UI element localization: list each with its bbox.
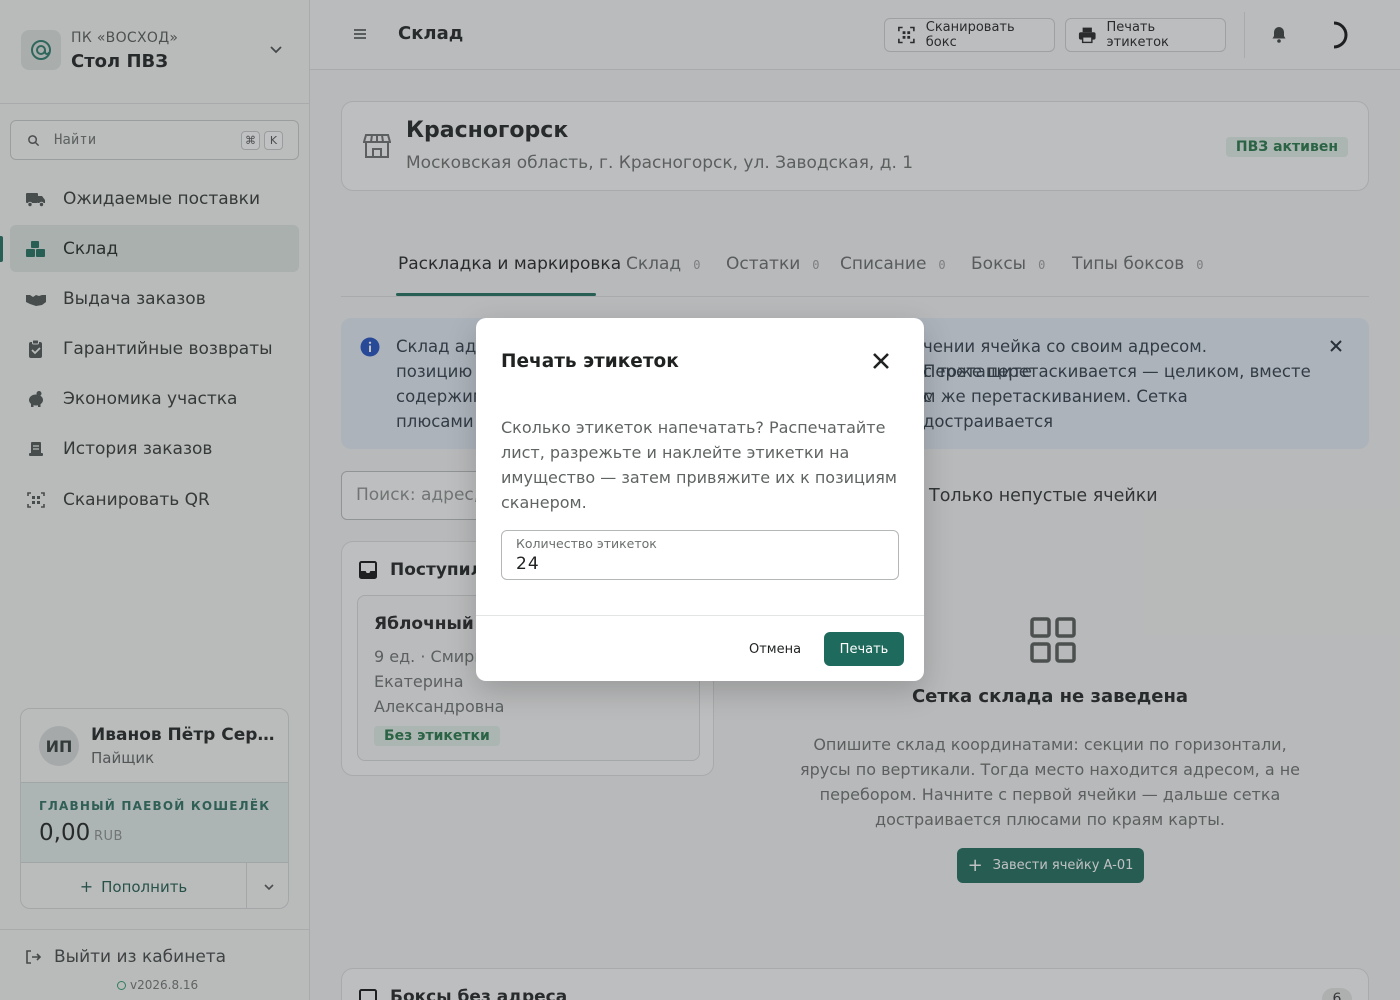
dialog-title: Печать этикеток	[501, 351, 679, 372]
print-button[interactable]: Печать	[824, 632, 904, 666]
close-icon[interactable]	[871, 351, 891, 371]
dialog-footer-divider	[476, 615, 924, 616]
cancel-button[interactable]: Отмена	[737, 632, 813, 666]
label-count-input[interactable]	[516, 553, 886, 575]
field-label: Количество этикеток	[516, 536, 657, 551]
dialog-description: Сколько этикеток напечатать? Распечатайт…	[501, 418, 897, 512]
print-labels-dialog: Печать этикеток Сколько этикеток напечат…	[476, 318, 924, 681]
label-count-field[interactable]: Количество этикеток	[501, 530, 899, 580]
